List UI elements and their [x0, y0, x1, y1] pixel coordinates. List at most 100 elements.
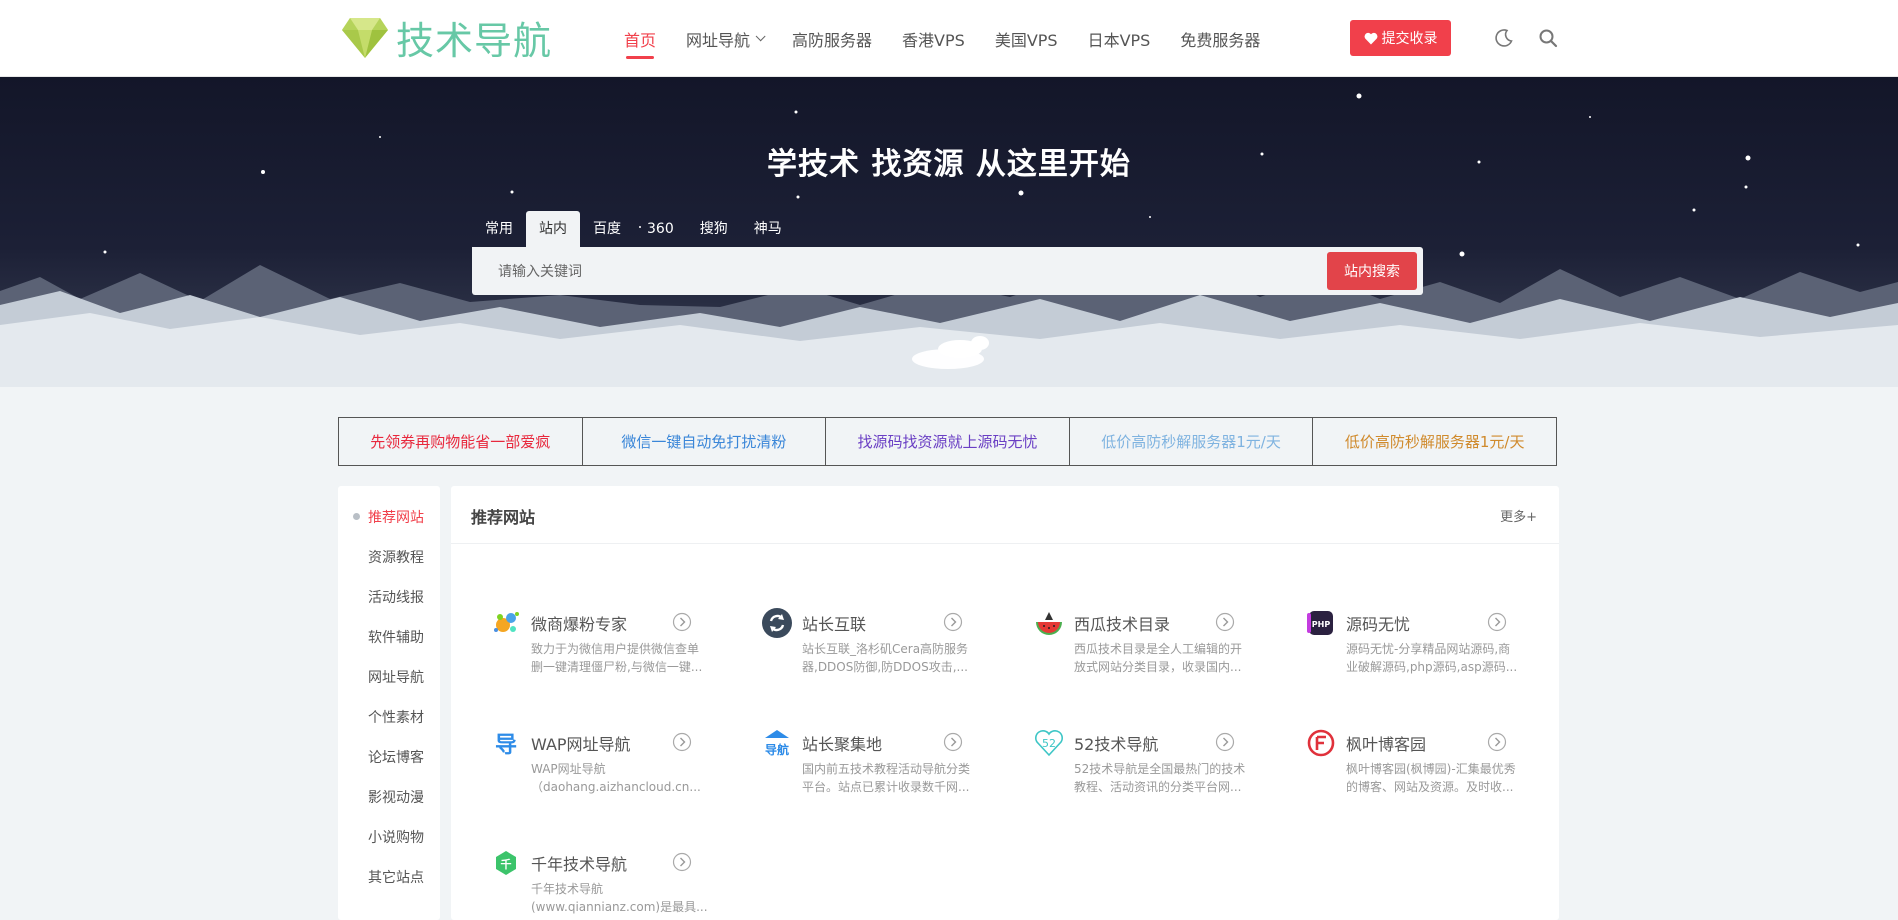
svg-text:千: 千 — [501, 857, 512, 871]
site-name: 52技术导航 — [1074, 735, 1159, 754]
site-desc-line: 源码无忧-分享精品网站源码,商 — [1346, 642, 1511, 656]
search-box: 站内搜索 — [472, 247, 1423, 295]
chevron-right-circle-icon[interactable] — [1487, 732, 1507, 752]
diamond-logo-icon — [342, 18, 388, 58]
tab-common[interactable]: 常用 — [472, 211, 526, 247]
sidebar-item-video[interactable]: 影视动漫 — [338, 776, 440, 816]
site-desc-line: 器,DDOS防御,防DDOS攻击,... — [802, 660, 968, 674]
main-nav: 首页 网址导航 高防服务器 香港VPS 美国VPS 日本VPS 免费服务器 — [624, 0, 1290, 77]
ad-link[interactable]: 低价高防秒解服务器1元/天 — [1070, 418, 1314, 465]
site-name: 站长聚集地 — [802, 735, 883, 754]
sidebar-item-label: 其它站点 — [368, 870, 424, 886]
nav-label: 香港VPS — [902, 30, 965, 50]
card-title: 推荐网站 — [471, 508, 536, 527]
sidebar-item-deals[interactable]: 活动线报 — [338, 576, 440, 616]
ad-link[interactable]: 微信一键自动免打扰清粉 — [583, 418, 827, 465]
site-description: 西瓜技术目录是全人工编辑的开 放式网站分类目录，收录国内... — [1074, 640, 1252, 676]
moon-icon[interactable] — [1494, 28, 1514, 48]
nav-label: 美国VPS — [994, 30, 1058, 50]
wap-logo-icon: 导 — [495, 733, 517, 758]
site-card[interactable]: 千 千年技术导航 千年技术导航 (www.qiannianz.com)是最具... — [451, 825, 713, 920]
sidebar-item-label: 推荐网站 — [368, 510, 424, 526]
submit-label: 提交收录 — [1381, 31, 1438, 47]
sidebar-item-others[interactable]: 其它站点 — [338, 856, 440, 896]
site-desc-line: 站长互联_洛杉矶Cera高防服务 — [802, 642, 969, 656]
site-description: 站长互联_洛杉矶Cera高防服务 器,DDOS防御,防DDOS攻击,... — [802, 640, 980, 676]
site-name: 千年技术导航 — [531, 855, 628, 874]
chevron-right-circle-icon[interactable] — [1487, 612, 1507, 632]
sidebar-item-label: 个性素材 — [368, 710, 424, 726]
sidebar-item-label: 资源教程 — [368, 550, 424, 566]
sidebar-item-forums[interactable]: 论坛博客 — [338, 736, 440, 776]
ad-bar: 先领券再购物能省一部爱疯 微信一键自动免打扰清粉 找源码找资源就上源码无忧 低价… — [338, 417, 1557, 466]
sidebar-item-software[interactable]: 软件辅助 — [338, 616, 440, 656]
site-desc-line: 52技术导航是全国最热门的技术 — [1074, 762, 1246, 776]
sidebar-item-assets[interactable]: 个性素材 — [338, 696, 440, 736]
chevron-down-icon — [755, 31, 766, 42]
tab-onsite[interactable]: 站内 — [526, 211, 580, 247]
nav-label: 首页 — [624, 30, 657, 50]
hero-title: 学技术 找资源 从这里开始 — [767, 147, 1131, 182]
nav-home[interactable]: 首页 — [624, 0, 656, 77]
heart52-logo-icon: 52 — [1034, 730, 1064, 757]
nav-hk-vps[interactable]: 香港VPS — [902, 0, 965, 77]
site-card[interactable]: 微商爆粉专家 致力于为微信用户提供微信查单 删一键清理僵尸粉,与微信一键... — [451, 585, 713, 685]
tab-shenma[interactable]: 神马 — [741, 211, 795, 247]
sidebar-item-directory[interactable]: 网址导航 — [338, 656, 440, 696]
tab-baidu[interactable]: 百度 — [580, 211, 634, 247]
top-header: 技术导航 首页 网址导航 高防服务器 香港VPS 美国VPS 日本VPS 免费服… — [0, 0, 1898, 77]
nav-ddos-servers[interactable]: 高防服务器 — [792, 0, 872, 77]
onsite-search-button[interactable]: 站内搜索 — [1327, 252, 1417, 290]
ad-link[interactable]: 找源码找资源就上源码无忧 — [826, 418, 1070, 465]
sidebar-item-tutorials[interactable]: 资源教程 — [338, 536, 440, 576]
heart-icon — [1364, 32, 1377, 44]
site-name: 枫叶博客园 — [1346, 735, 1427, 754]
nav-us-vps[interactable]: 美国VPS — [995, 0, 1058, 77]
ad-link[interactable]: 先领券再购物能省一部爱疯 — [339, 418, 583, 465]
site-name: WAP网址导航 — [531, 735, 631, 754]
chevron-right-circle-icon[interactable] — [672, 732, 692, 752]
site-card[interactable]: 导航 站长聚集地 国内前五技术教程活动导航分类 平台。站点已累计收录数千网... — [722, 705, 984, 805]
sidebar-item-label: 小说购物 — [368, 830, 424, 846]
submit-site-button[interactable]: 提交收录 — [1350, 20, 1451, 56]
chevron-right-circle-icon[interactable] — [1215, 732, 1235, 752]
site-card[interactable]: 站长互联 站长互联_洛杉矶Cera高防服务 器,DDOS防御,防DDOS攻击,..… — [722, 585, 984, 685]
sidebar-item-novels[interactable]: 小说购物 — [338, 816, 440, 856]
nav-free-servers[interactable]: 免费服务器 — [1180, 0, 1260, 77]
site-card[interactable]: 枫叶博客园 枫叶博客园(枫博园)-汇集最优秀 的博客、网站及资源。及时收... — [1266, 705, 1528, 805]
site-name: 源码无忧 — [1346, 615, 1411, 634]
site-logo[interactable]: 技术导航 — [342, 14, 552, 63]
chevron-right-circle-icon[interactable] — [943, 732, 963, 752]
sidebar-item-label: 影视动漫 — [368, 790, 424, 806]
chevron-right-circle-icon[interactable] — [943, 612, 963, 632]
site-desc-line: 致力于为微信用户提供微信查单 — [531, 642, 700, 656]
tab-sogou[interactable]: 搜狗 — [687, 211, 741, 247]
site-card[interactable]: 导 WAP网址导航 WAP网址导航 （daohang.aizhancloud.cn… — [451, 705, 713, 805]
nav-label: 免费服务器 — [1180, 30, 1261, 50]
tab-360[interactable]: 360 — [634, 211, 687, 247]
site-description: 源码无忧-分享精品网站源码,商 业破解源码,php源码,asp源码... — [1346, 640, 1524, 676]
search-icon[interactable] — [1538, 28, 1558, 48]
site-card[interactable]: 西瓜技术目录 西瓜技术目录是全人工编辑的开 放式网站分类目录，收录国内... — [994, 585, 1256, 685]
site-card[interactable]: PHP 源码无忧 源码无忧-分享精品网站源码,商 业破解源码,php源码,asp源… — [1266, 585, 1528, 685]
svg-text:52: 52 — [1042, 737, 1056, 750]
search-input[interactable] — [472, 247, 1312, 295]
nav-directory[interactable]: 网址导航 — [686, 0, 766, 77]
site-card[interactable]: 52 52技术导航 52技术导航是全国最热门的技术 教程、活动资讯的分类平台网..… — [994, 705, 1256, 805]
sidebar-item-label: 软件辅助 — [368, 630, 424, 646]
nav-jp-vps[interactable]: 日本VPS — [1088, 0, 1151, 77]
sidebar-item-recommended[interactable]: 推荐网站 — [338, 496, 440, 536]
chevron-right-circle-icon[interactable] — [672, 852, 692, 872]
more-link[interactable]: 更多+ — [1500, 506, 1537, 525]
site-desc-line: 的博客、网站及资源。及时收... — [1346, 780, 1514, 794]
site-desc-line: 教程、活动资讯的分类平台网... — [1074, 780, 1242, 794]
splash-logo-icon — [494, 612, 519, 632]
logo-text: 技术导航 — [396, 18, 553, 63]
sidebar-item-label: 网址导航 — [368, 670, 424, 686]
recommended-sites-card: 推荐网站 更多+ 微商爆粉专家 致力于为微信用户提供微信查单 删一键清理僵尸粉,与… — [451, 486, 1559, 920]
chevron-right-circle-icon[interactable] — [672, 612, 692, 632]
ad-link[interactable]: 低价高防秒解服务器1元/天 — [1313, 418, 1556, 465]
site-desc-line: （daohang.aizhancloud.cn... — [531, 780, 701, 794]
chevron-right-circle-icon[interactable] — [1215, 612, 1235, 632]
site-name: 西瓜技术目录 — [1074, 615, 1171, 634]
